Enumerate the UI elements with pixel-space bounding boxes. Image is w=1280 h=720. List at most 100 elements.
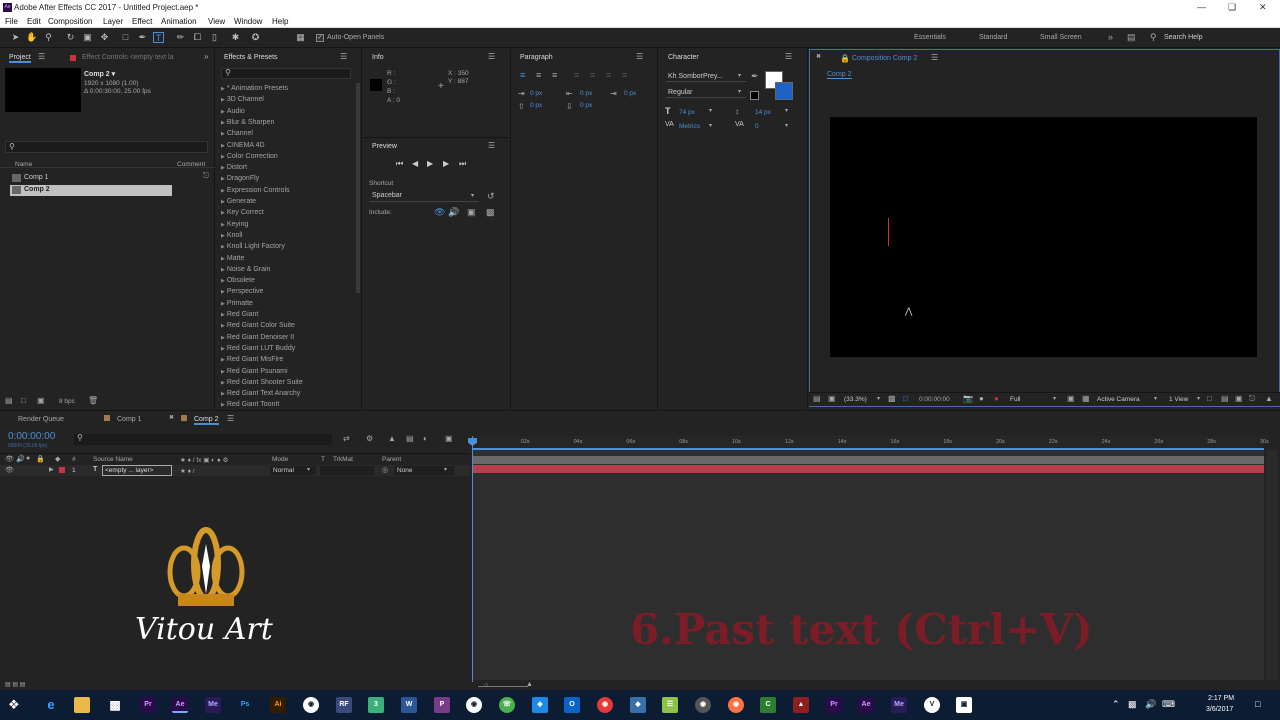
effect-controls-tab[interactable]: Effect Controls <empty text la <box>82 54 174 61</box>
preview-menu-icon[interactable]: ☰ <box>488 141 495 150</box>
effect-category-item[interactable]: Knoll Light Factory <box>221 243 285 250</box>
effect-category-item[interactable]: Keying <box>221 221 248 228</box>
next-frame-icon[interactable]: ▶ <box>443 159 449 168</box>
indent-right-value[interactable]: 0 px <box>580 90 592 97</box>
volume-icon[interactable]: 🔊 <box>1145 699 1156 710</box>
indent-left-value[interactable]: 0 px <box>530 90 542 97</box>
chevron-down-icon[interactable]: ▾ <box>785 107 788 114</box>
justify-last-center-icon[interactable]: ≡ <box>590 70 595 80</box>
brush-tool-icon[interactable]: ✏ <box>175 32 186 43</box>
app-green-icon[interactable]: ☏ <box>499 697 515 713</box>
close-icon[interactable]: ✕ <box>1259 2 1267 13</box>
first-frame-icon[interactable]: ⏮ <box>396 159 403 169</box>
pick-whip-icon[interactable]: ◎ <box>382 466 388 474</box>
timeline-search-input[interactable]: ⚲ <box>74 433 332 445</box>
resolution-select[interactable]: Full <box>1010 396 1020 403</box>
media-encoder-2-icon[interactable]: Me <box>891 697 907 713</box>
app-circle-icon[interactable]: ◉ <box>303 697 319 713</box>
after-effects-2-icon[interactable]: Ae <box>858 697 874 713</box>
show-snapshot-icon[interactable]: ● <box>979 394 984 403</box>
effect-category-item[interactable]: Expression Controls <box>221 187 290 194</box>
previous-frame-icon[interactable]: ◀ <box>412 159 418 168</box>
effect-category-item[interactable]: 3D Channel <box>221 96 264 103</box>
effect-category-item[interactable]: Red Giant Text Anarchy <box>221 390 300 397</box>
leading-value[interactable]: 14 px <box>755 109 771 116</box>
graph-editor-icon[interactable]: ▣ <box>445 434 453 443</box>
after-effects-taskbar-icon[interactable]: Ae <box>172 697 188 713</box>
justify-all-icon[interactable]: ≡ <box>622 70 627 80</box>
chevron-down-icon[interactable]: ▾ <box>785 122 788 129</box>
info-menu-icon[interactable]: ☰ <box>488 52 495 61</box>
effects-search-input[interactable]: ⚲ <box>221 68 351 79</box>
composition-viewer[interactable]: ⋀ <box>830 117 1257 357</box>
paragraph-menu-icon[interactable]: ☰ <box>636 52 643 61</box>
kerning-value[interactable]: Metrics <box>679 123 700 130</box>
pan-behind-tool-icon[interactable]: ✥ <box>99 32 110 43</box>
view-layout-select[interactable]: 1 View <box>1169 396 1188 403</box>
layer-visible-icon[interactable]: 👁 <box>5 466 14 474</box>
menu-help[interactable]: Help <box>272 17 288 26</box>
effect-category-item[interactable]: Perspective <box>221 288 264 295</box>
clock-date[interactable]: 3/6/2017 <box>1206 706 1233 713</box>
illustrator-icon[interactable]: Ai <box>270 697 286 713</box>
app-window-icon[interactable]: ▣ <box>956 697 972 713</box>
preview-tab[interactable]: Preview <box>372 143 397 150</box>
justify-last-left-icon[interactable]: ≡ <box>574 70 579 80</box>
timecode[interactable]: 0:00:00:00 <box>8 431 55 442</box>
rf-app-icon[interactable]: RF <box>336 697 352 713</box>
effects-scrollbar[interactable] <box>356 83 360 293</box>
app-3-icon[interactable]: 3 <box>368 697 384 713</box>
puppet-tool-icon[interactable]: ✪ <box>250 32 261 43</box>
hand-tool-icon[interactable]: ✋ <box>26 32 37 43</box>
effects-presets-tab[interactable]: Effects & Presets <box>224 54 278 61</box>
transparency-grid-icon[interactable]: ▦ <box>1082 394 1090 403</box>
align-right-icon[interactable]: ≡ <box>552 70 557 80</box>
eyedropper-icon[interactable]: ✒ <box>751 71 759 82</box>
effect-category-item[interactable]: Audio <box>221 108 245 115</box>
chrome-icon[interactable]: ◉ <box>597 697 613 713</box>
monitor-icon[interactable]: ▣ <box>828 394 836 403</box>
effect-category-item[interactable]: CINEMA 4D <box>221 142 265 149</box>
media-encoder-icon[interactable]: Me <box>205 697 221 713</box>
app-v-icon[interactable]: V <box>924 697 940 713</box>
effect-category-item[interactable]: Channel <box>221 130 253 137</box>
playhead[interactable] <box>472 436 473 682</box>
camera-select[interactable]: Active Camera <box>1097 396 1140 403</box>
new-comp-icon[interactable]: ▣ <box>37 396 45 405</box>
include-overlays-icon[interactable]: ▣ <box>467 207 476 218</box>
snapshot-icon[interactable]: 📷 <box>963 394 973 403</box>
project-menu-icon[interactable]: ☰ <box>38 52 45 61</box>
flowchart-icon[interactable]: ⎋ <box>203 171 209 181</box>
zoom-select[interactable]: (33.3%) <box>844 396 867 403</box>
effect-category-item[interactable]: Red Giant ToonIt <box>221 401 279 408</box>
edge-browser-icon[interactable]: e <box>43 697 59 713</box>
camtasia-icon[interactable]: C <box>760 697 776 713</box>
close-panel-icon[interactable]: ✖ <box>816 53 821 60</box>
pen-tool-icon[interactable]: ✒ <box>137 32 148 43</box>
clock-time[interactable]: 2:17 PM <box>1208 695 1234 702</box>
expand-layer-icon[interactable]: ▶ <box>49 466 54 473</box>
menu-file[interactable]: File <box>5 17 18 26</box>
timeline-icon[interactable]: ▣ <box>1235 394 1243 403</box>
menu-view[interactable]: View <box>208 17 225 26</box>
effect-category-item[interactable]: Key Correct <box>221 209 264 216</box>
windows-start-icon[interactable]: ❖ <box>8 697 20 713</box>
always-preview-icon[interactable]: ▤ <box>813 394 821 403</box>
character-tab[interactable]: Character <box>668 54 699 61</box>
word-icon[interactable]: W <box>401 697 417 713</box>
composition-tab[interactable]: Composition Comp 2 <box>852 55 917 62</box>
effect-category-item[interactable]: Red Giant MisFire <box>221 356 283 363</box>
notifications-icon[interactable]: □ <box>1255 699 1260 709</box>
effect-category-item[interactable]: Noise & Grain <box>221 266 271 273</box>
play-icon[interactable]: ▶ <box>427 159 433 168</box>
effect-category-item[interactable]: * Animation Presets <box>221 85 288 92</box>
timeline-scrollbar[interactable] <box>1266 450 1278 680</box>
close-tab-icon[interactable]: ✖ <box>169 414 174 421</box>
app-stack-icon[interactable]: ☰ <box>662 697 678 713</box>
effect-category-item[interactable]: Red Giant Denoiser II <box>221 334 294 341</box>
lock-icon[interactable]: 🔒 <box>840 54 850 63</box>
effect-category-item[interactable]: Blur & Sharpen <box>221 119 274 126</box>
workspace-standard[interactable]: Standard <box>979 34 1007 41</box>
premiere-2-icon[interactable]: Pr <box>826 697 842 713</box>
zoom-slider-handle[interactable]: ○ <box>484 682 488 689</box>
